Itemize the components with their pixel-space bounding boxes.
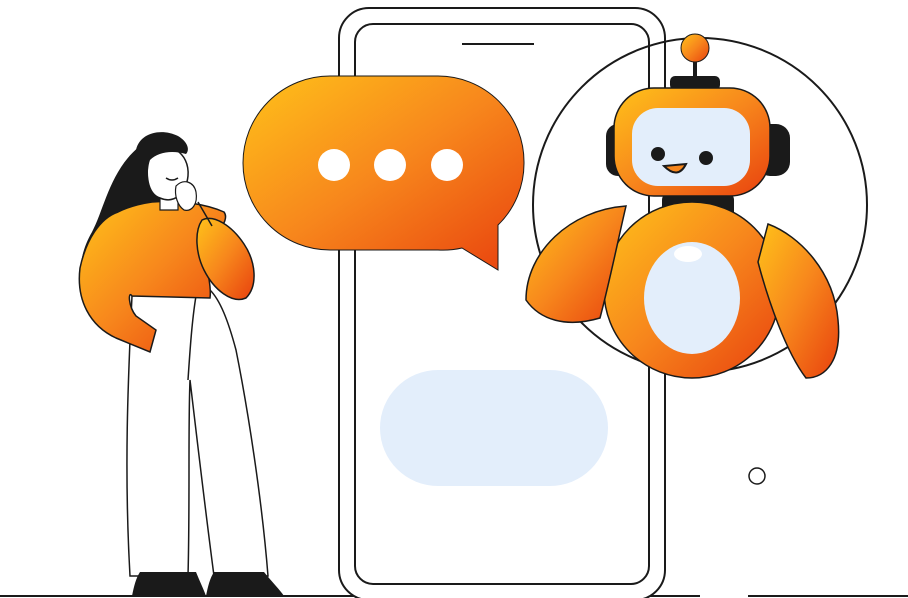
typing-dot-icon [374,149,406,181]
chatbot-illustration [0,7,908,598]
reply-bubble-icon [380,370,608,486]
typing-dot-icon [318,149,350,181]
typing-dot-icon [431,149,463,181]
speech-bubble-typing-icon [242,75,525,271]
small-circle-icon [748,467,766,485]
